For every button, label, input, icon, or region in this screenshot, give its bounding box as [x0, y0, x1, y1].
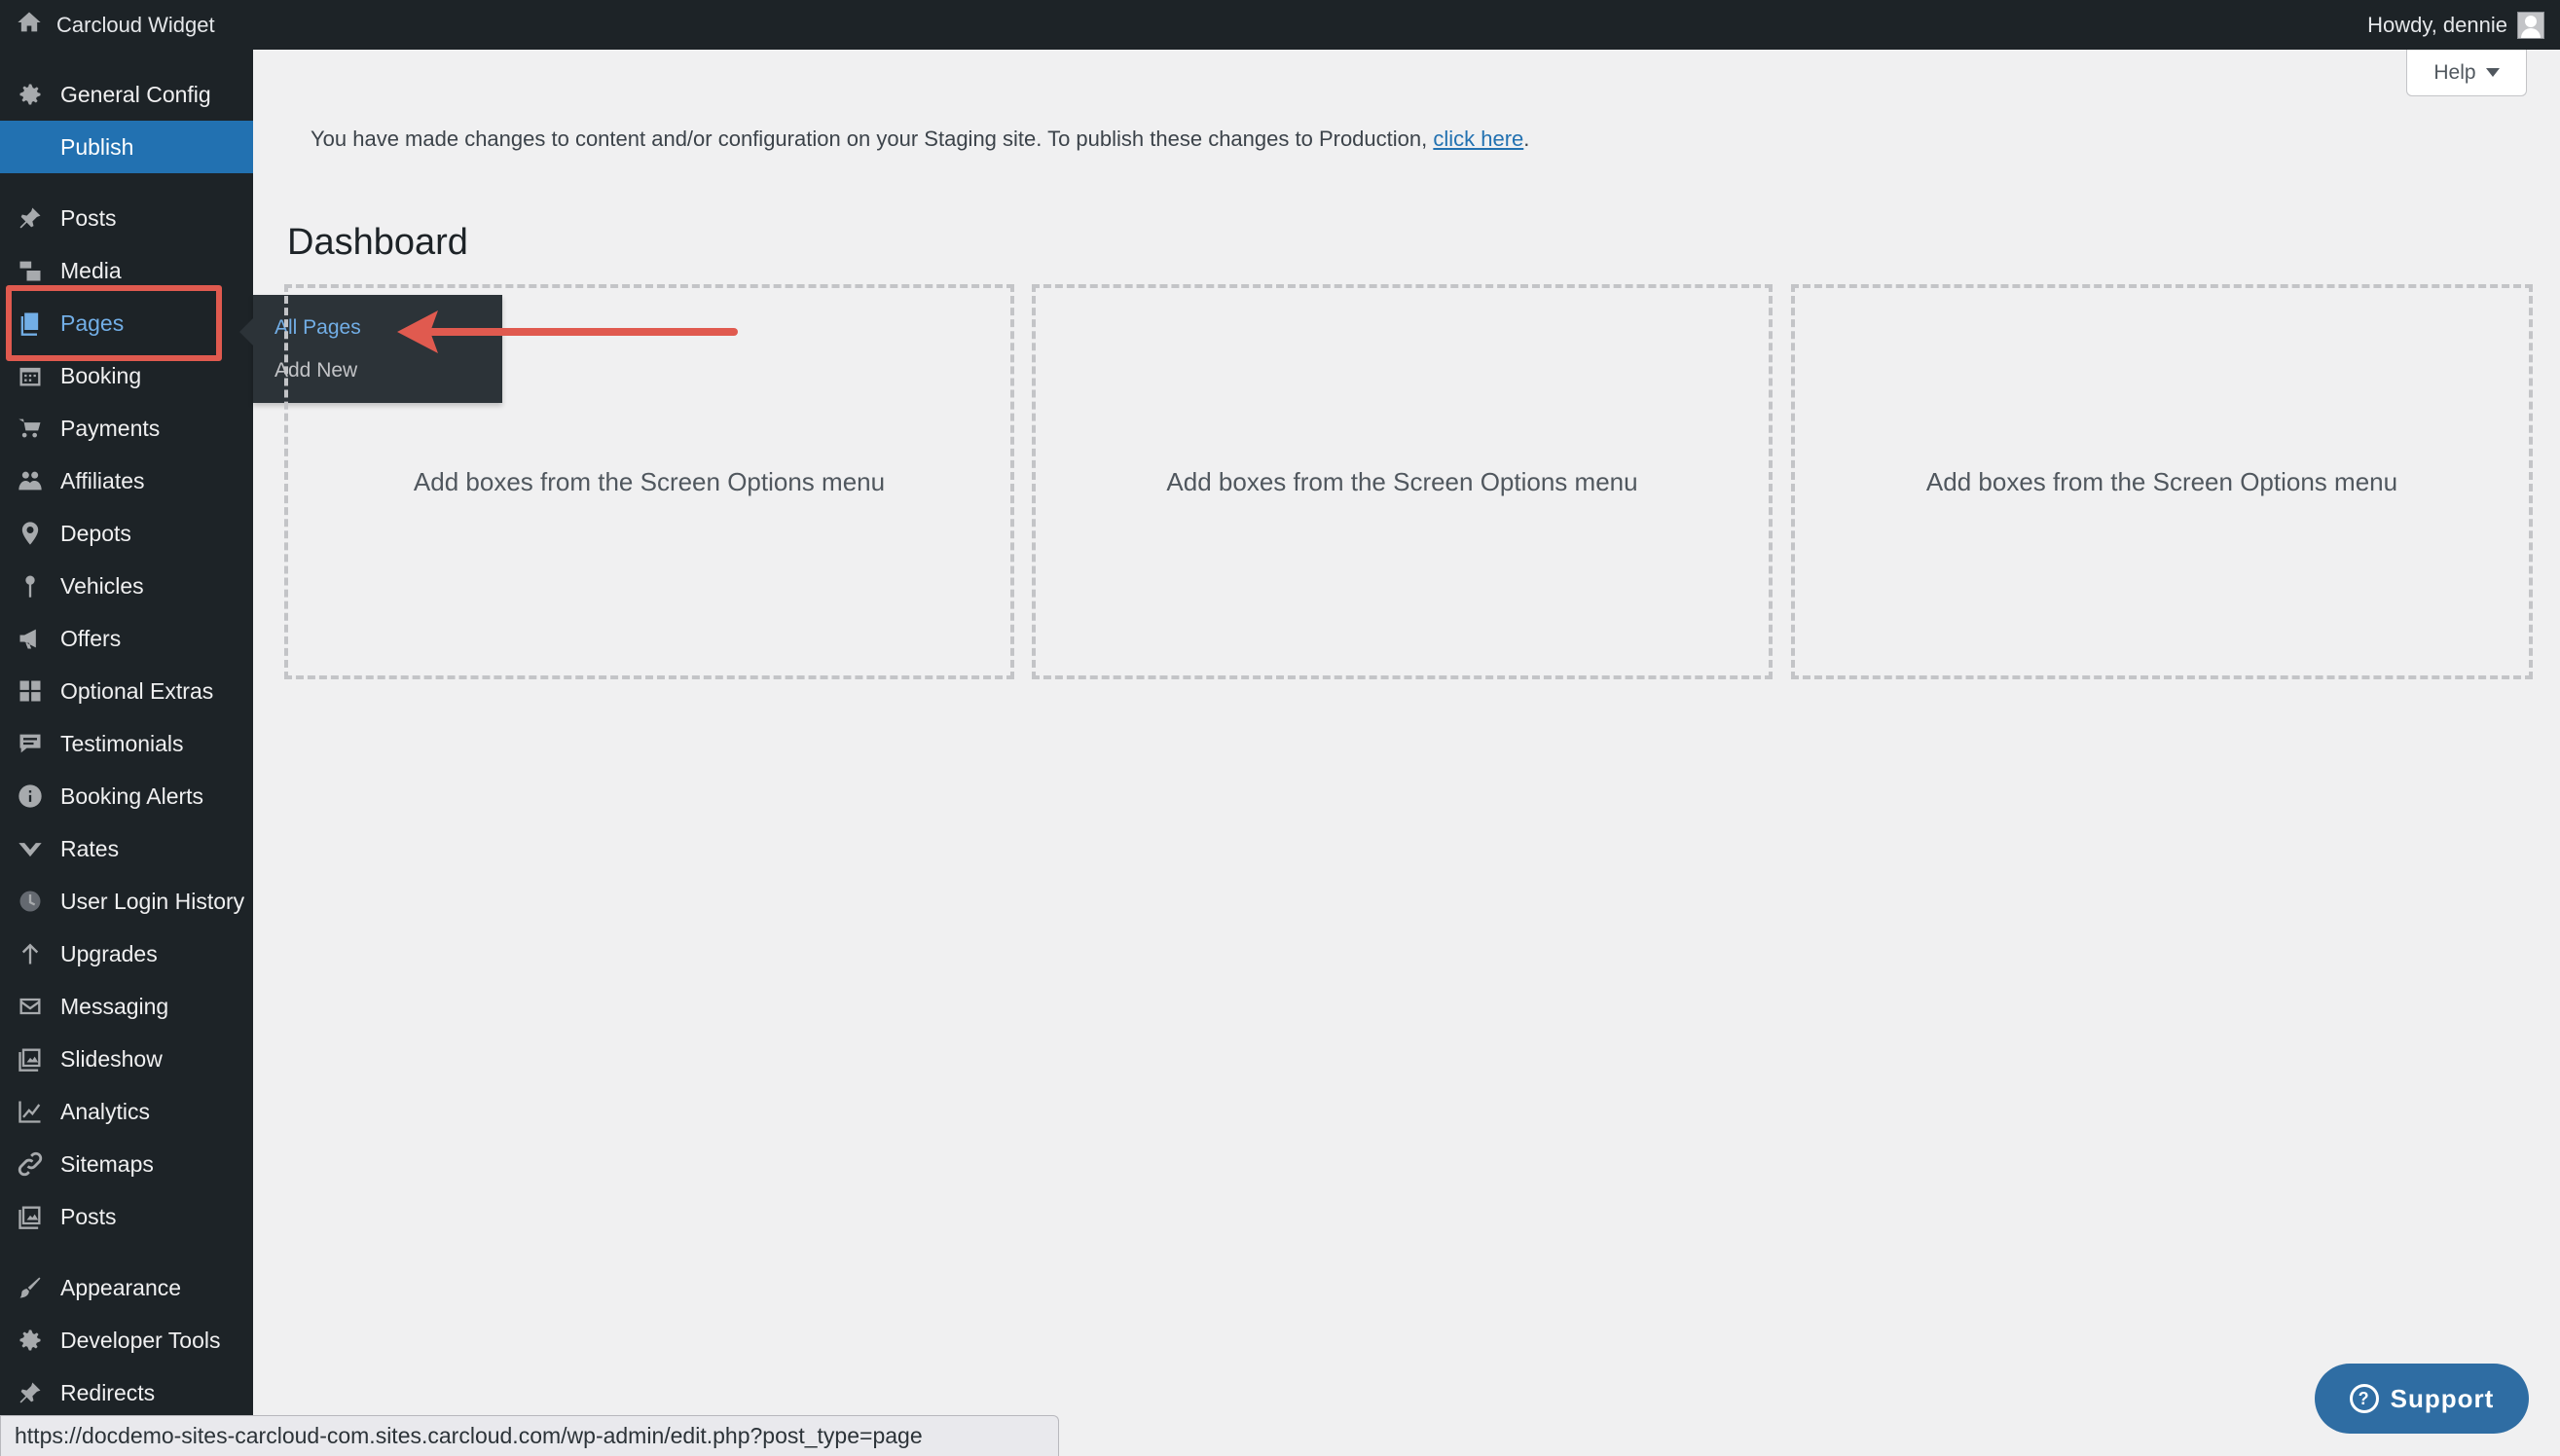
sidebar-item-label: Rates: [60, 835, 120, 861]
support-label: Support: [2390, 1383, 2495, 1413]
sidebar-item-payments[interactable]: Payments: [0, 402, 253, 455]
sidebar-item-label: Posts: [60, 1203, 117, 1229]
staging-notice: You have made changes to content and/or …: [311, 127, 1529, 152]
sidebar-item-affiliates[interactable]: Affiliates: [0, 455, 253, 507]
sidebar-item-booking-alerts[interactable]: Booking Alerts: [0, 770, 253, 822]
sidebar-item-appearance[interactable]: Appearance: [0, 1261, 253, 1314]
dashboard-box: Add boxes from the Screen Options menu: [284, 284, 1014, 679]
sidebar-item-label: Upgrades: [60, 940, 158, 966]
admin-bar: Carcloud Widget Howdy, dennie: [0, 0, 2560, 50]
chart-icon: [16, 834, 45, 863]
sidebar-item-label: Booking Alerts: [60, 783, 204, 809]
sidebar-item-label: Redirects: [60, 1379, 156, 1405]
calendar-icon: [16, 361, 45, 390]
email-icon: [16, 992, 45, 1021]
location-icon: [16, 519, 45, 548]
sidebar-item-label: Appearance: [60, 1274, 182, 1300]
sidebar-item-posts[interactable]: Posts: [0, 192, 253, 244]
notice-end: .: [1523, 127, 1530, 151]
sidebar-item-analytics[interactable]: Analytics: [0, 1085, 253, 1138]
sidebar-item-label: Optional Extras: [60, 677, 214, 704]
sidebar-item-upgrades[interactable]: Upgrades: [0, 928, 253, 980]
box-placeholder-text: Add boxes from the Screen Options menu: [413, 466, 886, 496]
sidebar-item-label: Testimonials: [60, 730, 184, 756]
gear-icon: [16, 1326, 45, 1355]
home-icon: [16, 9, 43, 42]
link-icon: [16, 1149, 45, 1179]
sidebar-item-label: Depots: [60, 520, 131, 546]
grid-icon: [16, 676, 45, 706]
sidebar-item-label: Posts: [60, 204, 117, 231]
sidebar-item-label: Publish: [60, 133, 134, 160]
groups-icon: [16, 466, 45, 495]
support-button[interactable]: ? Support: [2315, 1364, 2529, 1434]
sidebar-item-depots[interactable]: Depots: [0, 507, 253, 560]
gallery-icon: [16, 1202, 45, 1231]
sidebar-item-label: User Login History: [60, 888, 245, 914]
sidebar-item-label: General Config: [60, 81, 211, 107]
box-placeholder-text: Add boxes from the Screen Options menu: [1166, 466, 1638, 496]
sidebar-item-label: Messaging: [60, 993, 169, 1019]
sidebar-item-rates[interactable]: Rates: [0, 822, 253, 875]
sidebar-icon-spacer: [16, 132, 45, 162]
sidebar-item-vehicles[interactable]: Vehicles: [0, 560, 253, 612]
sidebar-item-general-config[interactable]: General Config: [0, 68, 253, 121]
avatar: [2517, 11, 2544, 39]
dashboard-box: Add boxes from the Screen Options menu: [1791, 284, 2533, 679]
pin-marker-icon: [16, 571, 45, 601]
sidebar-item-label: Affiliates: [60, 467, 145, 493]
sidebar-item-offers[interactable]: Offers: [0, 612, 253, 665]
media-icon: [16, 256, 45, 285]
pin-icon: [16, 1378, 45, 1407]
sidebar-item-label: Analytics: [60, 1098, 151, 1124]
sidebar-item-redirects[interactable]: Redirects: [0, 1366, 253, 1419]
gear-icon: [16, 80, 45, 109]
clock-icon: [16, 887, 45, 916]
help-label: Help: [2433, 60, 2476, 84]
sidebar-item-label: Payments: [60, 415, 161, 441]
pages-highlight-annotation: [6, 285, 222, 361]
sidebar-item-label: Slideshow: [60, 1045, 163, 1072]
box-placeholder-text: Add boxes from the Screen Options menu: [1925, 466, 2398, 496]
comment-icon: [16, 729, 45, 758]
sidebar-item-developer-tools[interactable]: Developer Tools: [0, 1314, 253, 1366]
sidebar-item-label: Booking: [60, 362, 142, 388]
brush-icon: [16, 1273, 45, 1302]
cart-icon: [16, 414, 45, 443]
site-name-link[interactable]: Carcloud Widget: [16, 0, 215, 50]
dashboard-box: Add boxes from the Screen Options menu: [1032, 284, 1773, 679]
arrow-up-icon: [16, 939, 45, 968]
admin-sidebar: General Config Publish Posts Media Pages…: [0, 50, 253, 1456]
site-name: Carcloud Widget: [56, 12, 215, 37]
sidebar-item-user-login-history[interactable]: User Login History: [0, 875, 253, 928]
sidebar-item-label: Offers: [60, 625, 122, 651]
sidebar-item-label: Sitemaps: [60, 1150, 154, 1177]
sidebar-item-publish[interactable]: Publish: [0, 121, 253, 173]
account-menu[interactable]: Howdy, dennie: [2367, 0, 2544, 50]
sidebar-item-label: Vehicles: [60, 572, 144, 599]
sidebar-item-sitemaps[interactable]: Sitemaps: [0, 1138, 253, 1190]
publish-link[interactable]: click here: [1433, 127, 1523, 151]
sidebar-item-label: Developer Tools: [60, 1327, 221, 1353]
sidebar-item-optional-extras[interactable]: Optional Extras: [0, 665, 253, 717]
sidebar-item-testimonials[interactable]: Testimonials: [0, 717, 253, 770]
info-icon: [16, 782, 45, 811]
sidebar-item-label: Media: [60, 257, 122, 283]
status-bar-url: https://docdemo-sites-carcloud-com.sites…: [0, 1415, 1059, 1456]
sidebar-item-messaging[interactable]: Messaging: [0, 980, 253, 1033]
greeting: Howdy, dennie: [2367, 12, 2507, 37]
notice-text: You have made changes to content and/or …: [311, 127, 1434, 151]
gallery-icon: [16, 1044, 45, 1074]
line-chart-icon: [16, 1097, 45, 1126]
sidebar-item-slideshow[interactable]: Slideshow: [0, 1033, 253, 1085]
pin-icon: [16, 203, 45, 233]
page-title: Dashboard: [287, 222, 468, 263]
megaphone-icon: [16, 624, 45, 653]
sidebar-item-posts-2[interactable]: Posts: [0, 1190, 253, 1243]
help-button[interactable]: Help: [2406, 50, 2527, 96]
caret-down-icon: [2485, 68, 2500, 77]
help-circle-icon: ?: [2349, 1384, 2379, 1413]
